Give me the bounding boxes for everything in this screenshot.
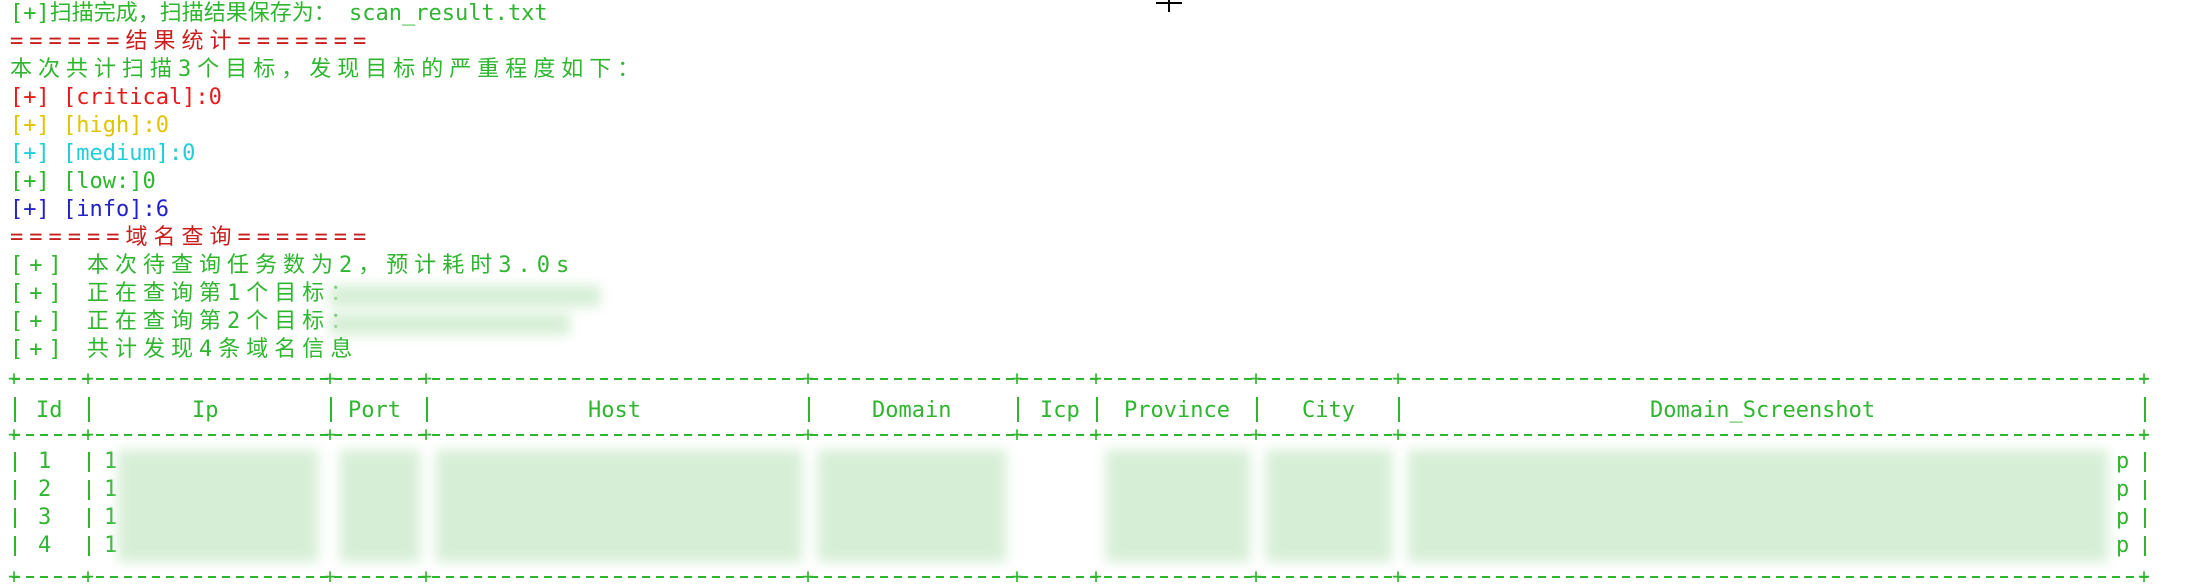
header-province: Province xyxy=(1124,398,1230,423)
header-city: City xyxy=(1302,398,1355,423)
redacted-province-column xyxy=(1106,450,1250,562)
table-row-2-ip: 1 xyxy=(104,477,118,502)
svg-text:+: + xyxy=(324,564,336,586)
table-row-4-ip: 1 xyxy=(104,533,118,558)
table-row-4-end: p xyxy=(2116,533,2130,558)
svg-text:+: + xyxy=(1011,366,1023,390)
header-icp: Icp xyxy=(1040,398,1080,423)
svg-text:+: + xyxy=(1090,422,1102,446)
table-row-1-id: 1 xyxy=(38,449,52,474)
header-ip: Ip xyxy=(192,398,219,423)
svg-text:+: + xyxy=(1011,422,1023,446)
redacted-domain-column xyxy=(818,450,1006,562)
svg-text:+: + xyxy=(1392,366,1404,390)
svg-text:+: + xyxy=(420,422,432,446)
svg-text:+: + xyxy=(82,366,94,390)
svg-text:+: + xyxy=(802,422,814,446)
header-port: Port xyxy=(348,398,401,423)
table-row-2-end: p xyxy=(2116,477,2130,502)
table-row-3-end: p xyxy=(2116,505,2130,530)
header-domain: Domain xyxy=(872,398,952,423)
svg-text:+: + xyxy=(1392,422,1404,446)
redacted-host-column xyxy=(436,450,802,562)
redacted-city-column xyxy=(1266,450,1392,562)
svg-text:+: + xyxy=(8,422,20,446)
svg-text:+: + xyxy=(1090,366,1102,390)
svg-text:+: + xyxy=(802,564,814,586)
svg-text:+: + xyxy=(1090,564,1102,586)
svg-text:+: + xyxy=(2138,564,2150,586)
header-id: Id xyxy=(36,398,63,423)
svg-text:+: + xyxy=(82,564,94,586)
svg-text:+: + xyxy=(420,564,432,586)
svg-text:+: + xyxy=(1250,422,1262,446)
svg-text:+: + xyxy=(324,422,336,446)
table-row-1-end: p xyxy=(2116,449,2130,474)
svg-text:+: + xyxy=(1250,366,1262,390)
table-row-1-ip: 1 xyxy=(104,449,118,474)
redacted-ip-column xyxy=(118,450,318,562)
svg-text:+: + xyxy=(324,366,336,390)
header-domain-screenshot: Domain_Screenshot xyxy=(1650,398,1876,423)
redacted-port-column xyxy=(340,450,420,562)
table-row-3-id: 3 xyxy=(38,505,52,530)
table-row-3-ip: 1 xyxy=(104,505,118,530)
svg-text:+: + xyxy=(82,422,94,446)
table-row-4-id: 4 xyxy=(38,533,52,558)
svg-text:+: + xyxy=(2138,366,2150,390)
svg-text:+: + xyxy=(420,366,432,390)
table-row-2-id: 2 xyxy=(38,477,52,502)
svg-text:+: + xyxy=(1011,564,1023,586)
header-host: Host xyxy=(588,398,641,423)
svg-text:+: + xyxy=(2138,422,2150,446)
svg-text:+: + xyxy=(802,366,814,390)
svg-text:+: + xyxy=(1250,564,1262,586)
svg-text:+: + xyxy=(8,564,20,586)
redacted-screenshot-column xyxy=(1408,450,2108,562)
svg-text:+: + xyxy=(1392,564,1404,586)
svg-text:+: + xyxy=(8,366,20,390)
